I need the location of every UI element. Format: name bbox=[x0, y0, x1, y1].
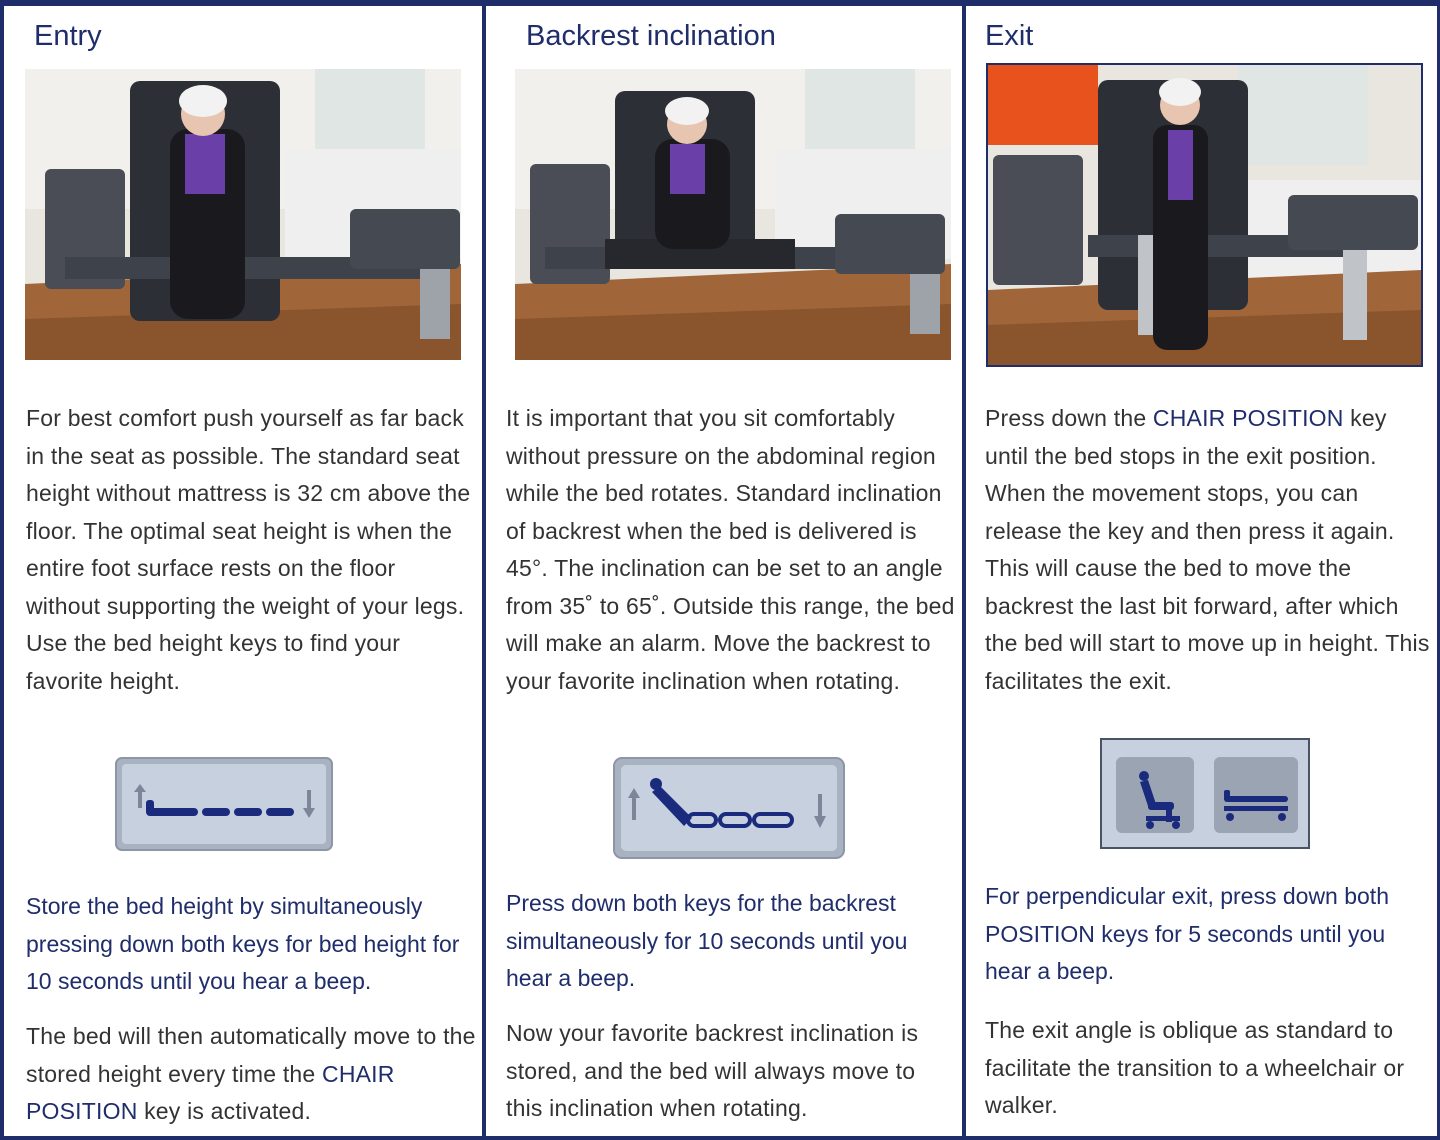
backrest-footer: Now your favorite backrest inclination i… bbox=[506, 1020, 919, 1121]
bed-position-icon[interactable] bbox=[1214, 757, 1298, 833]
entry-footer-pre: The bed will then automatically move to … bbox=[26, 1023, 476, 1087]
entry-note: Store the bed height by simultaneously p… bbox=[26, 893, 460, 994]
exit-note: For perpendicular exit, press down both … bbox=[985, 883, 1389, 984]
entry-footer: The bed will then automatically move to … bbox=[26, 1018, 476, 1131]
exit-footer: The exit angle is oblique as standard to… bbox=[985, 1017, 1405, 1118]
exit-body-pre: Press down the bbox=[985, 405, 1153, 431]
exit-body-post: key until the bed stops in the exit posi… bbox=[985, 405, 1430, 694]
position-keypad bbox=[1100, 738, 1310, 849]
chair-position-icon[interactable] bbox=[1116, 757, 1194, 833]
backrest-keypad[interactable] bbox=[612, 756, 846, 860]
backrest-note: Press down both keys for the backrest si… bbox=[506, 890, 908, 991]
entry-photo bbox=[25, 69, 461, 360]
column-title: Exit bbox=[985, 20, 1034, 52]
column-exit: Exit Press down the CHAIR POSITION key u… bbox=[962, 0, 1440, 1140]
backrest-body-text: It is important that you sit comfortably… bbox=[506, 405, 955, 694]
backrest-photo bbox=[515, 69, 951, 360]
column-entry: Entry For best comfort push yourself as … bbox=[0, 0, 485, 1140]
column-title: Backrest inclination bbox=[526, 20, 776, 52]
entry-body-text: For best comfort push yourself as far ba… bbox=[26, 405, 471, 694]
column-title: Entry bbox=[34, 20, 102, 52]
instruction-page: Entry For best comfort push yourself as … bbox=[0, 0, 1440, 1140]
chair-position-key-label: CHAIR POSITION bbox=[1152, 405, 1344, 431]
column-backrest: Backrest inclination It is important tha… bbox=[482, 0, 965, 1140]
exit-photo bbox=[986, 63, 1423, 367]
entry-footer-post: key is activated. bbox=[137, 1098, 312, 1124]
bed-height-keypad[interactable] bbox=[114, 756, 334, 852]
exit-body-text: Press down the CHAIR POSITION key until … bbox=[985, 400, 1435, 700]
